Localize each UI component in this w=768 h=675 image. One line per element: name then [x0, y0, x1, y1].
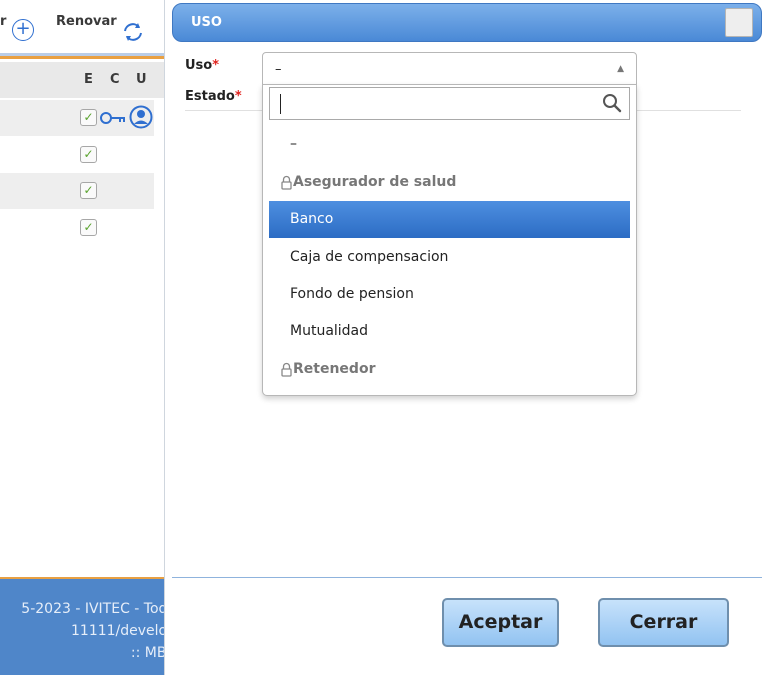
optgroup-asegurador-de-salud: Asegurador de salud	[269, 164, 630, 201]
modal-title-bar: USO	[172, 3, 762, 42]
toolbar-partial-label: r	[0, 14, 7, 29]
modal-footer-divider	[172, 577, 762, 578]
table-row[interactable]: ✓	[0, 173, 154, 209]
required-marker: *	[212, 58, 220, 73]
background-footer: 5-2023 - IVITEC - Todo 11111/develop :: …	[0, 577, 176, 675]
refresh-icon[interactable]	[121, 20, 145, 48]
column-header-row: E C U	[0, 62, 164, 98]
renew-label[interactable]: Renovar	[56, 14, 117, 29]
optgroup-retenedor: Retenedor	[269, 351, 630, 388]
key-icon	[100, 110, 126, 130]
text-cursor	[280, 94, 281, 114]
column-header-c[interactable]: C	[110, 72, 120, 87]
uso-label: Uso*	[185, 58, 220, 73]
uso-select-value: –	[275, 62, 282, 77]
checked-checkbox[interactable]: ✓	[80, 182, 97, 199]
lock-icon	[281, 175, 292, 194]
option-banco[interactable]: Banco	[269, 201, 630, 238]
required-marker: *	[234, 89, 242, 104]
background-toolbar: r + Renovar	[0, 0, 164, 52]
uso-dropdown-list: – Asegurador de salud Banco Caja de comp…	[262, 84, 637, 396]
option-mutualidad[interactable]: Mutualidad	[269, 313, 630, 350]
maximize-button[interactable]	[725, 8, 753, 37]
footer-path: 11111/develop	[71, 623, 176, 639]
checked-checkbox[interactable]: ✓	[80, 219, 97, 236]
dropdown-search-input[interactable]	[269, 87, 630, 120]
column-header-e[interactable]: E	[84, 72, 93, 87]
uso-modal: USO Uso* Estado* – ▲ – Asegurador de sal…	[164, 0, 768, 675]
header-separator	[0, 53, 164, 59]
checked-checkbox[interactable]: ✓	[80, 109, 97, 126]
column-header-u[interactable]: U	[136, 72, 147, 87]
footer-copyright: 5-2023 - IVITEC - Todo	[21, 601, 176, 617]
table-row[interactable]: ✓	[0, 210, 154, 246]
accept-button[interactable]: Aceptar	[442, 598, 559, 647]
estado-label: Estado*	[185, 89, 242, 104]
add-icon[interactable]: +	[12, 19, 34, 41]
close-button[interactable]: Cerrar	[598, 598, 729, 647]
modal-title: USO	[191, 15, 222, 30]
dropdown-arrow-icon[interactable]: ▲	[617, 64, 624, 74]
option-caja-de-compensacion[interactable]: Caja de compensacion	[269, 239, 630, 276]
table-row[interactable]: ✓	[0, 100, 154, 136]
background-list-panel: r + Renovar E C U ✓ ✓ ✓ ✓	[0, 0, 164, 675]
option-fondo-de-pension[interactable]: Fondo de pension	[269, 276, 630, 313]
option-empty[interactable]: –	[269, 126, 630, 163]
lock-icon	[281, 362, 292, 381]
search-icon	[601, 92, 623, 114]
user-icon	[129, 105, 153, 133]
uso-select[interactable]: – ▲	[262, 52, 637, 85]
table-row[interactable]: ✓	[0, 137, 154, 173]
checked-checkbox[interactable]: ✓	[80, 146, 97, 163]
